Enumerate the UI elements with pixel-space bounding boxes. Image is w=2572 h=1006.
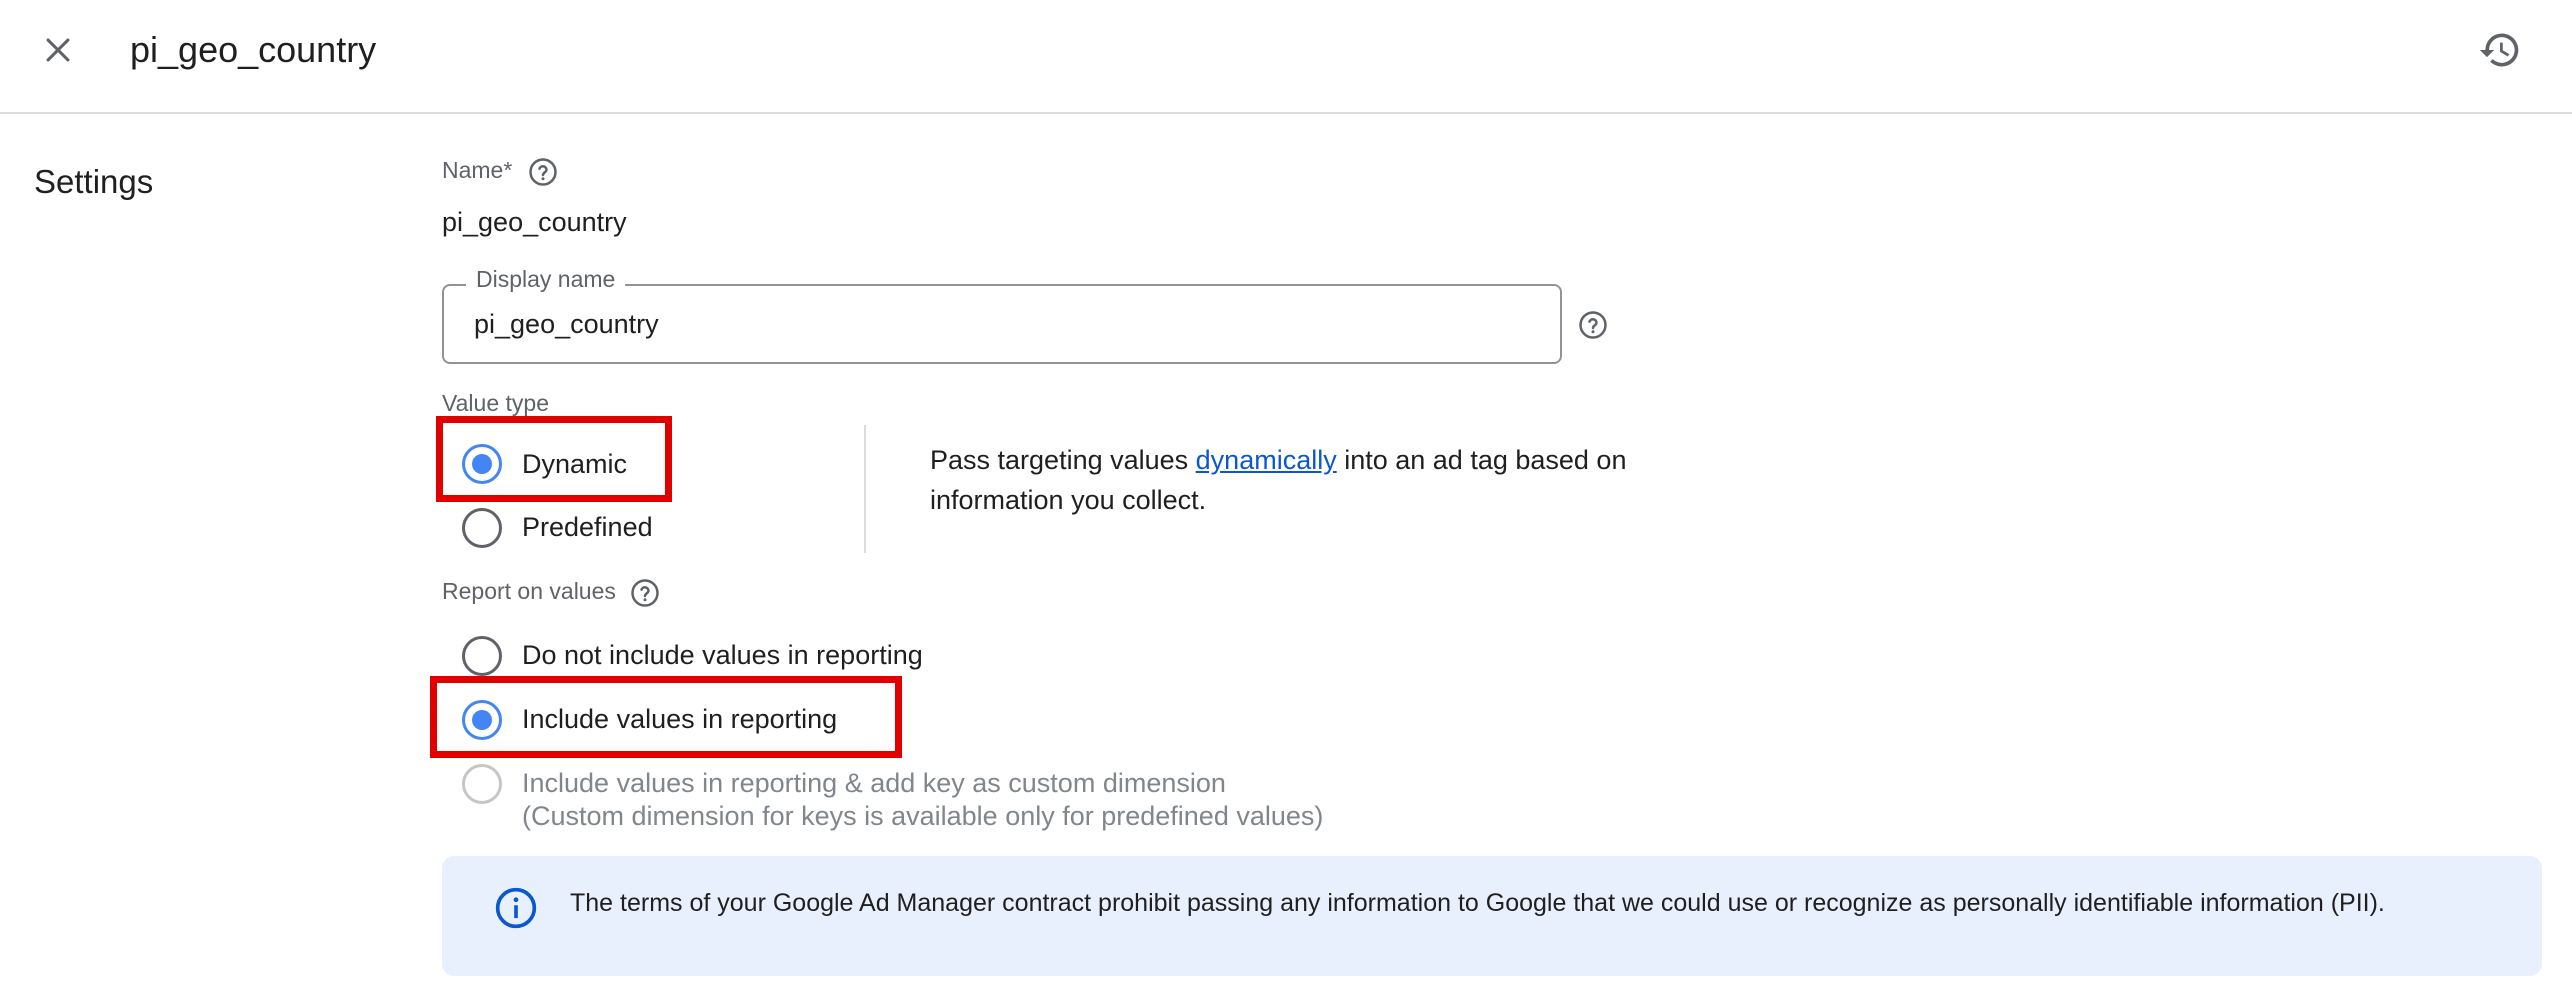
display-name-help-icon[interactable] <box>1578 310 1608 340</box>
report-help-icon[interactable] <box>630 578 660 608</box>
info-banner: The terms of your Google Ad Manager cont… <box>442 856 2542 976</box>
radio-dynamic-label[interactable]: Dynamic <box>522 446 627 482</box>
radio-include-values-label[interactable]: Include values in reporting <box>522 701 837 737</box>
name-value: pi_geo_country <box>442 207 627 237</box>
settings-section-title: Settings <box>34 163 154 200</box>
radio-include-custom-dimension <box>462 764 502 804</box>
description-text: Pass targeting values <box>930 445 1196 475</box>
value-type-label: Value type <box>442 390 549 416</box>
page-title: pi_geo_country <box>130 29 377 70</box>
display-name-input[interactable] <box>474 304 1524 344</box>
radio-do-not-include[interactable] <box>462 636 502 676</box>
radio-predefined-label[interactable]: Predefined <box>522 509 653 545</box>
dynamically-link[interactable]: dynamically <box>1196 445 1337 475</box>
close-button[interactable] <box>30 22 86 78</box>
top-bar: pi_geo_country <box>0 0 2572 114</box>
name-label: Name* <box>442 157 513 183</box>
radio-dynamic[interactable] <box>462 444 502 484</box>
radio-include-custom-dimension-label: Include values in reporting & add key as… <box>522 768 1226 798</box>
custom-dimension-note: (Custom dimension for keys is available … <box>522 801 1324 831</box>
value-type-description: Pass targeting values dynamically into a… <box>930 440 1630 520</box>
help-icon[interactable] <box>528 157 558 187</box>
radio-include-values[interactable] <box>462 700 502 740</box>
divider <box>864 425 866 553</box>
radio-predefined[interactable] <box>462 508 502 548</box>
info-icon <box>495 887 537 929</box>
history-button[interactable] <box>2470 20 2530 80</box>
display-name-label: Display name <box>466 264 626 294</box>
history-icon <box>2479 33 2519 67</box>
display-name-field[interactable] <box>442 284 1562 364</box>
close-icon <box>46 38 70 62</box>
info-banner-text: The terms of your Google Ad Manager cont… <box>570 889 2385 917</box>
radio-do-not-include-label[interactable]: Do not include values in reporting <box>522 637 923 673</box>
report-on-values-label: Report on values <box>442 578 616 604</box>
